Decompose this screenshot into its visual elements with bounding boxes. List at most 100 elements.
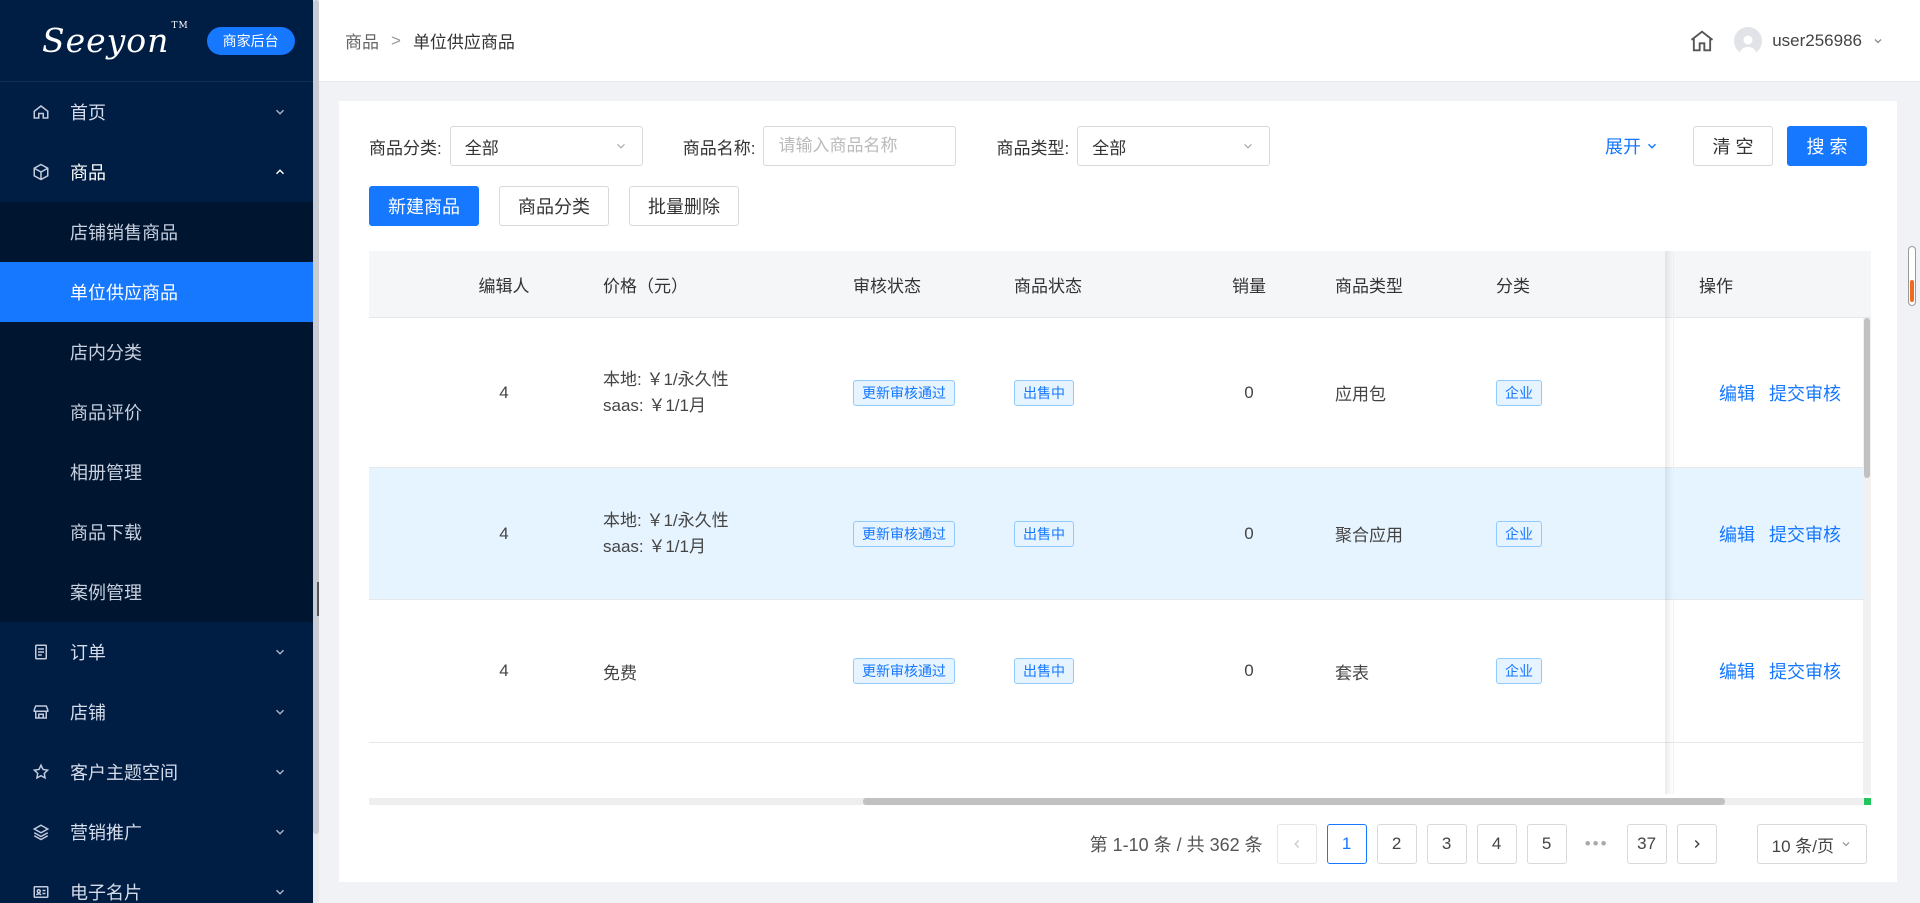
price-saas: saas: ￥1/1月 — [603, 395, 706, 415]
table-vertical-scrollbar-thumb[interactable] — [1864, 318, 1870, 478]
page-scrollbar-indicator — [1910, 280, 1914, 302]
category-filter-label: 商品分类: — [369, 138, 442, 158]
breadcrumb-products[interactable]: 商品 — [345, 28, 379, 53]
table-row[interactable] — [369, 743, 1871, 794]
cell-product-status: 出售中 — [1014, 318, 1074, 467]
next-page-button[interactable] — [1676, 824, 1717, 864]
submit-audit-link[interactable]: 提交审核 — [1769, 658, 1841, 684]
table-horizontal-scrollbar[interactable] — [369, 798, 1871, 805]
menu-item-products[interactable]: 商品 — [0, 142, 313, 202]
page-2-button[interactable]: 2 — [1376, 824, 1417, 864]
menu-item-orders[interactable]: 订单 — [0, 622, 313, 682]
table-vertical-scrollbar[interactable] — [1863, 318, 1871, 794]
products-table: 编辑人 价格（元） 审核状态 商品状态 销量 商品类型 分类 操作 4 本地: … — [369, 251, 1871, 794]
edit-link[interactable]: 编辑 — [1719, 521, 1755, 547]
pagination-ellipsis[interactable]: ••• — [1576, 824, 1617, 864]
new-product-button[interactable]: 新建商品 — [369, 186, 479, 226]
submit-audit-link[interactable]: 提交审核 — [1769, 521, 1841, 547]
page-3-button[interactable]: 3 — [1426, 824, 1467, 864]
topbar: 商品 > 单位供应商品 user256986 — [319, 0, 1920, 82]
chevron-down-icon — [275, 889, 285, 895]
name-filter-label: 商品名称: — [682, 138, 756, 158]
cell-price: 免费 — [603, 663, 637, 683]
user-menu[interactable]: user256986 — [1734, 27, 1884, 55]
avatar — [1734, 27, 1763, 55]
action-row: 新建商品 商品分类 批量删除 — [369, 186, 739, 226]
menu-item-home[interactable]: 首页 — [0, 82, 313, 142]
sidebar: Seeyon TM 商家后台 首页 商品 店铺销售商品 单位供应商品 店内分类 商… — [0, 0, 313, 903]
table-horizontal-scrollbar-thumb[interactable] — [863, 798, 1725, 805]
clear-button[interactable]: 清 空 — [1693, 126, 1773, 166]
cell-product-type: 套表 — [1335, 663, 1369, 683]
category-select[interactable]: 全部 — [449, 126, 643, 166]
cell-category: 企业 — [1496, 600, 1542, 742]
page-5-button[interactable]: 5 — [1526, 824, 1567, 864]
chevron-down-icon — [275, 649, 285, 655]
cell-sales: 0 — [1244, 382, 1254, 402]
prev-page-button[interactable] — [1276, 824, 1317, 864]
layers-icon — [30, 821, 52, 843]
price-saas: saas: ￥1/1月 — [603, 536, 706, 556]
main-card: 商品分类: 全部 商品名称: 商品类型: 全部 展开 清 空 搜 索 新建商品 … — [339, 101, 1897, 882]
chevron-down-icon — [1874, 39, 1882, 44]
chevron-down-icon — [275, 109, 285, 115]
seeyon-logo[interactable]: Seeyon TM — [42, 21, 189, 60]
submenu-item-product-download[interactable]: 商品下载 — [0, 502, 313, 562]
page-scrollbar[interactable] — [1908, 246, 1916, 306]
edit-link[interactable]: 编辑 — [1719, 658, 1755, 684]
sidebar-scrollbar[interactable] — [313, 0, 319, 903]
edit-link[interactable]: 编辑 — [1719, 380, 1755, 406]
breadcrumb-separator: > — [391, 30, 401, 50]
page-4-button[interactable]: 4 — [1476, 824, 1517, 864]
cell-price: 本地: ￥1/永久性 saas: ￥1/1月 — [603, 318, 729, 467]
product-status-badge: 出售中 — [1014, 379, 1074, 406]
menu-item-marketing[interactable]: 营销推广 — [0, 802, 313, 862]
product-status-badge: 出售中 — [1014, 520, 1074, 547]
submenu-item-product-reviews[interactable]: 商品评价 — [0, 382, 313, 442]
chevron-down-icon — [1647, 143, 1657, 149]
chevron-down-icon — [1842, 842, 1850, 847]
cell-audit-status: 更新审核通过 — [853, 468, 955, 599]
cell-product-type: 应用包 — [1335, 385, 1386, 404]
product-category-button[interactable]: 商品分类 — [499, 186, 609, 226]
cell-product-status: 出售中 — [1014, 600, 1074, 742]
fixed-column-shadow — [1665, 251, 1673, 794]
product-name-input[interactable] — [763, 126, 957, 166]
home-icon[interactable] — [1688, 27, 1716, 55]
submenu-item-store-sales-products[interactable]: 店铺销售商品 — [0, 202, 313, 262]
batch-delete-button[interactable]: 批量删除 — [629, 186, 739, 226]
menu-item-business-card[interactable]: 电子名片 — [0, 862, 313, 903]
table-row[interactable]: 4 本地: ￥1/永久性 saas: ￥1/1月 更新审核通过 出售中 0 应用… — [369, 318, 1871, 468]
chevron-down-icon — [616, 143, 625, 149]
submenu-item-album-management[interactable]: 相册管理 — [0, 442, 313, 502]
submenu-item-unit-supply-products[interactable]: 单位供应商品 — [0, 262, 313, 322]
submenu-item-store-categories[interactable]: 店内分类 — [0, 322, 313, 382]
product-status-badge: 出售中 — [1014, 658, 1074, 684]
merchant-backend-badge: 商家后台 — [206, 26, 295, 55]
menu-item-customer-space[interactable]: 客户主题空间 — [0, 742, 313, 802]
page-size-select[interactable]: 10 条/页 — [1756, 824, 1867, 864]
col-header-operations: 操作 — [1699, 277, 1733, 296]
table-row[interactable]: 4 本地: ￥1/永久性 saas: ￥1/1月 更新审核通过 出售中 0 聚合… — [369, 468, 1871, 600]
home-icon — [30, 101, 52, 123]
cell-audit-status: 更新审核通过 — [853, 318, 955, 467]
search-button[interactable]: 搜 索 — [1787, 126, 1867, 166]
cell-operations: 编辑 提交审核 — [1719, 468, 1855, 599]
page-last-button[interactable]: 37 — [1626, 824, 1667, 864]
cell-operations: 编辑 提交审核 — [1719, 318, 1855, 467]
page-1-button[interactable]: 1 — [1326, 824, 1367, 864]
table-row[interactable]: 4 免费 更新审核通过 出售中 0 套表 企业 编辑 提交审核 — [369, 600, 1871, 743]
cell-sales: 0 — [1244, 523, 1254, 543]
cube-icon — [30, 161, 52, 183]
cell-product-type: 聚合应用 — [1335, 526, 1403, 545]
product-type-select[interactable]: 全部 — [1077, 126, 1271, 166]
cell-audit-status: 更新审核通过 — [853, 600, 955, 742]
sidebar-scrollbar-thumb[interactable] — [313, 0, 319, 834]
expand-filters-link[interactable]: 展开 — [1605, 133, 1659, 159]
cell-sales: 0 — [1244, 661, 1254, 680]
submenu-item-case-management[interactable]: 案例管理 — [0, 562, 313, 622]
submit-audit-link[interactable]: 提交审核 — [1769, 380, 1841, 406]
sidebar-collapse-handle[interactable] — [317, 582, 319, 616]
menu-item-store[interactable]: 店铺 — [0, 682, 313, 742]
products-submenu: 店铺销售商品 单位供应商品 店内分类 商品评价 相册管理 商品下载 案例管理 — [0, 202, 313, 622]
